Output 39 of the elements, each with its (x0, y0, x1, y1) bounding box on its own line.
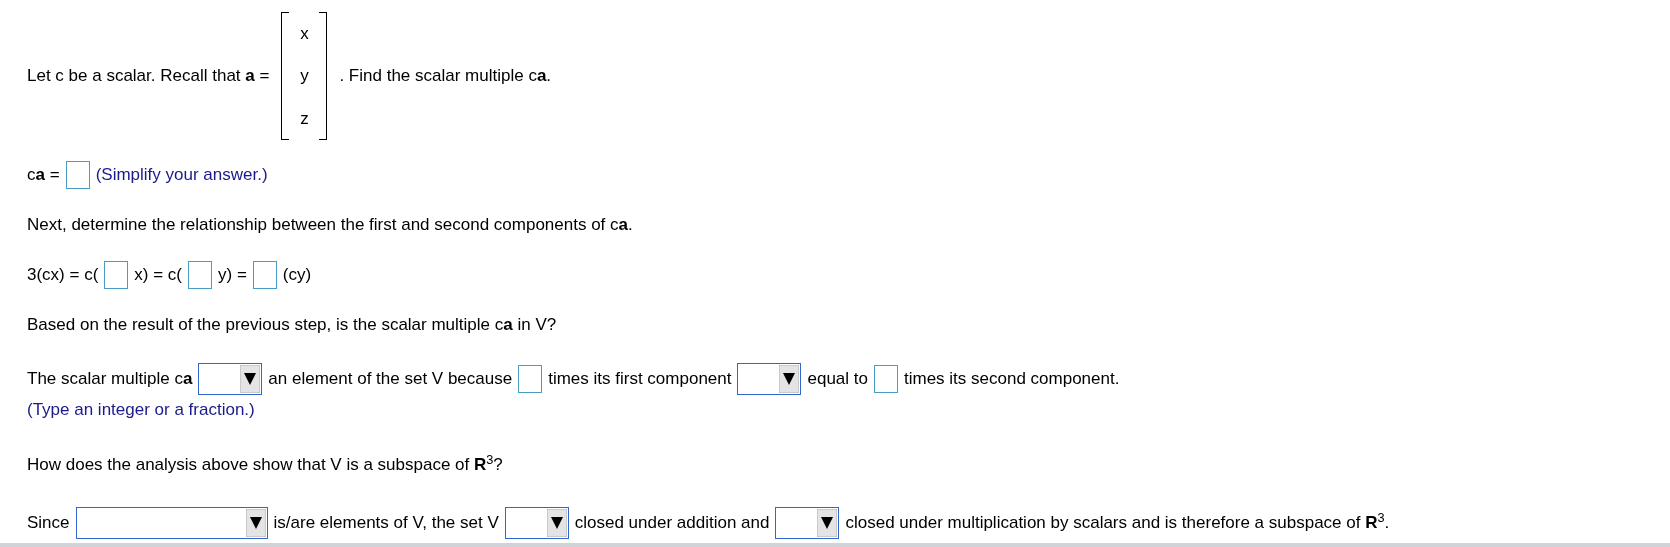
caret-icon (245, 509, 266, 537)
dropdown[interactable] (504, 507, 569, 539)
answer-box[interactable] (104, 261, 129, 289)
dropdown[interactable] (775, 507, 840, 539)
answer-box[interactable] (188, 261, 212, 289)
answer-box[interactable] (873, 365, 898, 393)
answer-box[interactable] (518, 365, 543, 393)
question-text: x) = c( (134, 264, 182, 287)
matrix-entry: x (300, 22, 309, 45)
question-text: y) = (218, 264, 247, 287)
question-text: Since (27, 512, 70, 535)
hint-text: (Simplify your answer.) (95, 164, 268, 187)
caret-icon (546, 509, 567, 537)
question-text: 3(cx) = c( (27, 264, 99, 287)
answer-box[interactable] (65, 161, 90, 189)
caret-icon (779, 365, 800, 393)
question-text: equal to (807, 368, 868, 391)
question-text: Next, determine the relationship between the first and second components of ca. (27, 214, 633, 237)
answer-box[interactable] (252, 261, 277, 289)
question-text: times its second component. (903, 368, 1120, 391)
question-text: is/are elements of V, the set V (273, 512, 499, 535)
question-text: ca = (27, 164, 60, 187)
question-text: Let c be a scalar. Recall that a = (27, 65, 270, 88)
question-text: an element of the set V because (268, 368, 513, 391)
dropdown[interactable] (737, 363, 802, 395)
question-text: The scalar multiple ca (27, 368, 193, 391)
matrix-entry: y (300, 65, 309, 88)
hint-text: (Type an integer or a fraction.) (27, 399, 255, 422)
question-text: . Find the scalar multiple ca. (339, 65, 552, 88)
question-text: closed under addition and (574, 512, 770, 535)
matrix-entry: z (300, 107, 309, 130)
caret-icon (817, 509, 838, 537)
question-text: times its first component (548, 368, 732, 391)
question-text: How does the analysis above show that V is a subspace of R$^{3}$? (27, 452, 503, 477)
question-text: Based on the result of the previous step, is the scalar multiple ca in V? (27, 314, 557, 337)
caret-icon (240, 365, 261, 393)
question-text: (cy) (282, 264, 312, 287)
question-text: closed under multiplication by scalars and is therefore a subspace of R$^{3}$. (845, 510, 1390, 535)
dropdown[interactable] (198, 363, 263, 395)
